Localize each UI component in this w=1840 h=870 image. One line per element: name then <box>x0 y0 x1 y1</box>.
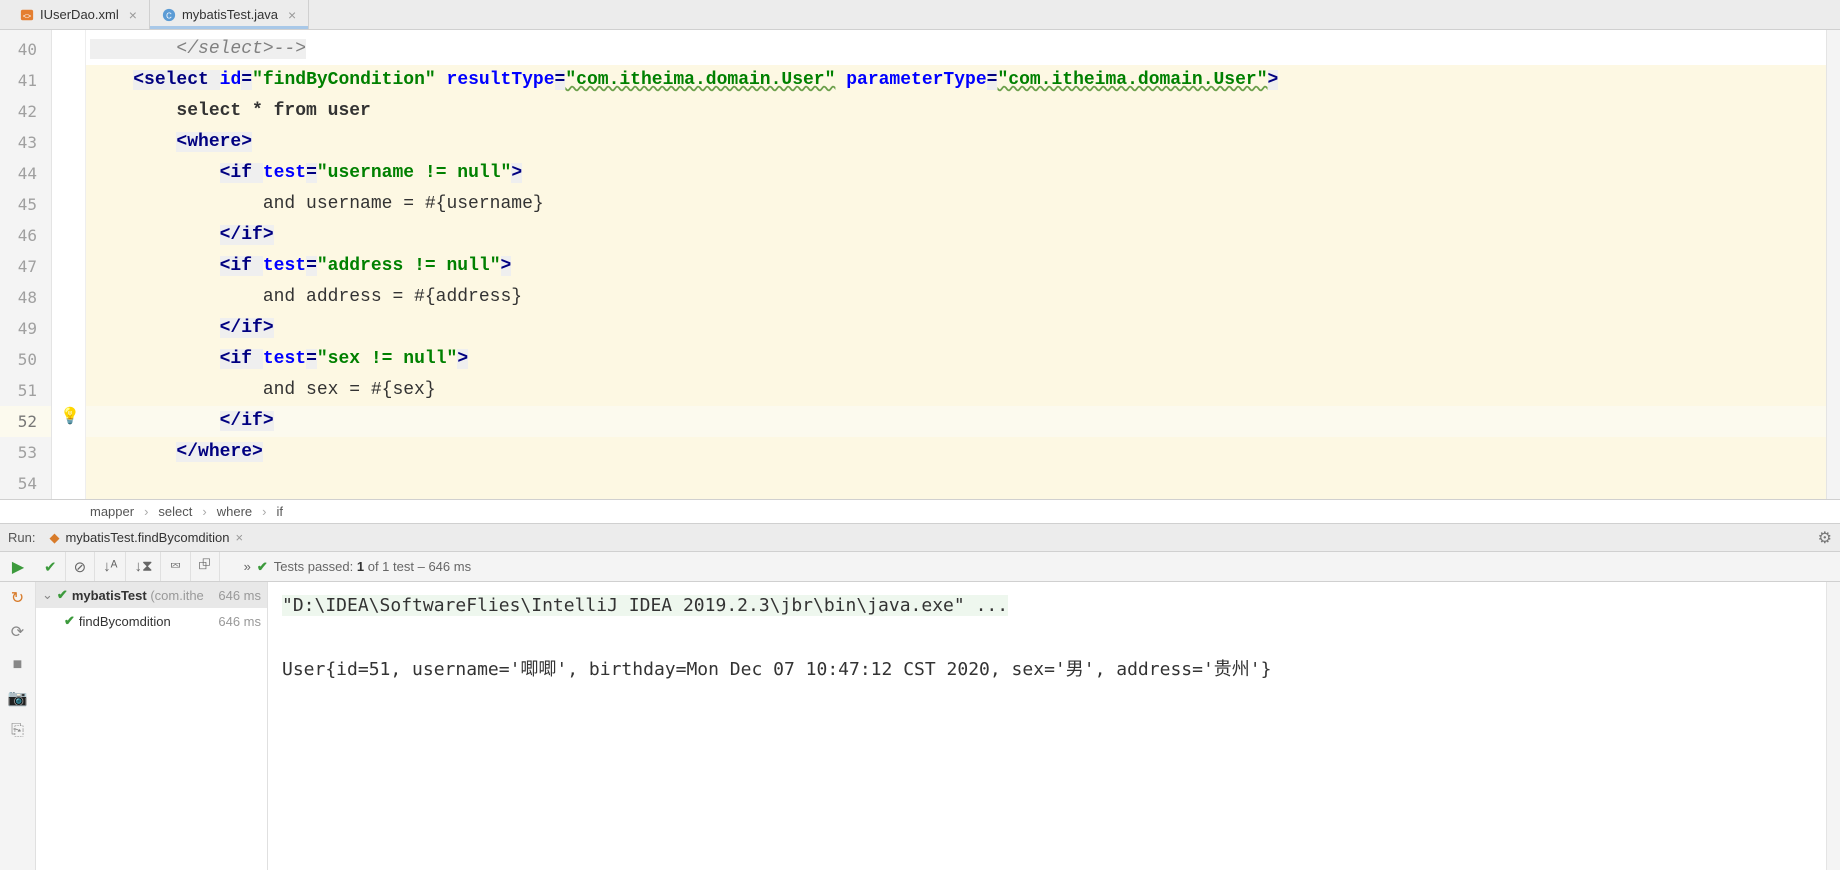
run-config-tab[interactable]: ◆ mybatisTest.findBycomdition × <box>43 528 249 548</box>
rerun-failed-icon[interactable]: ↻ <box>11 588 24 608</box>
console-output[interactable]: "D:\IDEA\SoftwareFlies\IntelliJ IDEA 201… <box>268 582 1826 870</box>
sort-duration-icon[interactable]: ↓⧗ <box>126 552 161 581</box>
editor-scrollbar[interactable] <box>1826 30 1840 499</box>
code-text: and sex = #{sex} <box>90 380 436 400</box>
editor-tabs: <> IUserDao.xml × C mybatisTest.java × <box>0 0 1840 30</box>
breadcrumb-item[interactable]: select <box>158 504 192 519</box>
close-icon[interactable]: × <box>129 7 137 23</box>
breadcrumb-item[interactable]: where <box>217 504 252 519</box>
close-icon[interactable]: × <box>235 530 243 545</box>
run-label: Run: <box>8 530 35 545</box>
tab-label: IUserDao.xml <box>40 7 119 22</box>
code-text: and address = #{address} <box>90 287 522 307</box>
breadcrumb: mapper› select› where› if <box>0 500 1840 524</box>
tab-label: mybatisTest.java <box>182 7 278 22</box>
check-icon: ✔ <box>257 559 268 575</box>
stop-icon[interactable]: ■ <box>13 656 23 674</box>
test-status: » ✔ Tests passed: 1 of 1 test – 646 ms <box>220 559 471 575</box>
code-text: select * from user <box>90 101 371 121</box>
test-icon: ◆ <box>49 530 59 546</box>
breadcrumb-item[interactable]: if <box>277 504 284 519</box>
toggle-ignored-icon[interactable]: ⊘ <box>66 552 96 581</box>
tab-iuserdao-xml[interactable]: <> IUserDao.xml × <box>8 0 150 29</box>
sort-alpha-icon[interactable]: ↓ᴬ <box>95 552 126 581</box>
code-editor: 404142434445464748495051525354 💡 </selec… <box>0 30 1840 500</box>
fold-column: 💡 <box>52 30 86 499</box>
test-tree[interactable]: ⌄ ✔ mybatisTest (com.ithe 646 ms ✔ findB… <box>36 582 268 870</box>
close-icon[interactable]: × <box>288 7 296 23</box>
svg-text:<>: <> <box>23 13 31 20</box>
run-toolbar: ▶ ✔ ⊘ ↓ᴬ ↓⧗ ⮹ ⮺ » ✔ Tests passed: 1 of 1… <box>0 552 1840 582</box>
camera-icon[interactable]: 📷 <box>8 688 28 708</box>
java-class-icon: C <box>162 8 176 22</box>
collapse-all-icon[interactable]: ⮺ <box>191 552 220 581</box>
run-tool-window-header: Run: ◆ mybatisTest.findBycomdition × ⚙ <box>0 524 1840 552</box>
console-command: "D:\IDEA\SoftwareFlies\IntelliJ IDEA 201… <box>282 595 1008 616</box>
console-scrollbar[interactable] <box>1826 582 1840 870</box>
breadcrumb-item[interactable]: mapper <box>90 504 134 519</box>
tree-child[interactable]: ✔ findBycomdition 646 ms <box>36 608 267 634</box>
code-text: and username = #{username} <box>90 194 544 214</box>
run-side-toolbar: ↻ ⟳ ■ 📷 ⎘ <box>0 582 36 870</box>
exit-icon[interactable]: ⎘ <box>11 722 24 740</box>
check-icon: ✔ <box>57 587 68 603</box>
gear-icon[interactable]: ⚙ <box>1818 528 1832 548</box>
check-icon: ✔ <box>64 613 75 629</box>
tree-root[interactable]: ⌄ ✔ mybatisTest (com.ithe 646 ms <box>36 582 267 608</box>
toggle-pass-icon[interactable]: ✔ <box>36 552 66 581</box>
bulb-icon[interactable]: 💡 <box>60 406 80 426</box>
code-text <box>86 468 1826 499</box>
code-area[interactable]: </select>--> <select id="findByCondition… <box>86 30 1826 499</box>
svg-text:C: C <box>166 11 172 20</box>
console-line: User{id=51, username='唧唧', birthday=Mon … <box>282 654 1812 686</box>
code-text: </select>--> <box>90 39 306 59</box>
run-icon[interactable]: ▶ <box>12 557 24 577</box>
toggle-auto-icon[interactable]: ⟳ <box>11 622 24 642</box>
expand-all-icon[interactable]: ⮹ <box>161 552 190 581</box>
run-body: ↻ ⟳ ■ 📷 ⎘ ⌄ ✔ mybatisTest (com.ithe 646 … <box>0 582 1840 870</box>
line-number-gutter: 404142434445464748495051525354 <box>0 30 52 499</box>
tab-mybatistest-java[interactable]: C mybatisTest.java × <box>150 0 309 29</box>
run-tab-label: mybatisTest.findBycomdition <box>65 530 229 545</box>
xml-file-icon: <> <box>20 8 34 22</box>
